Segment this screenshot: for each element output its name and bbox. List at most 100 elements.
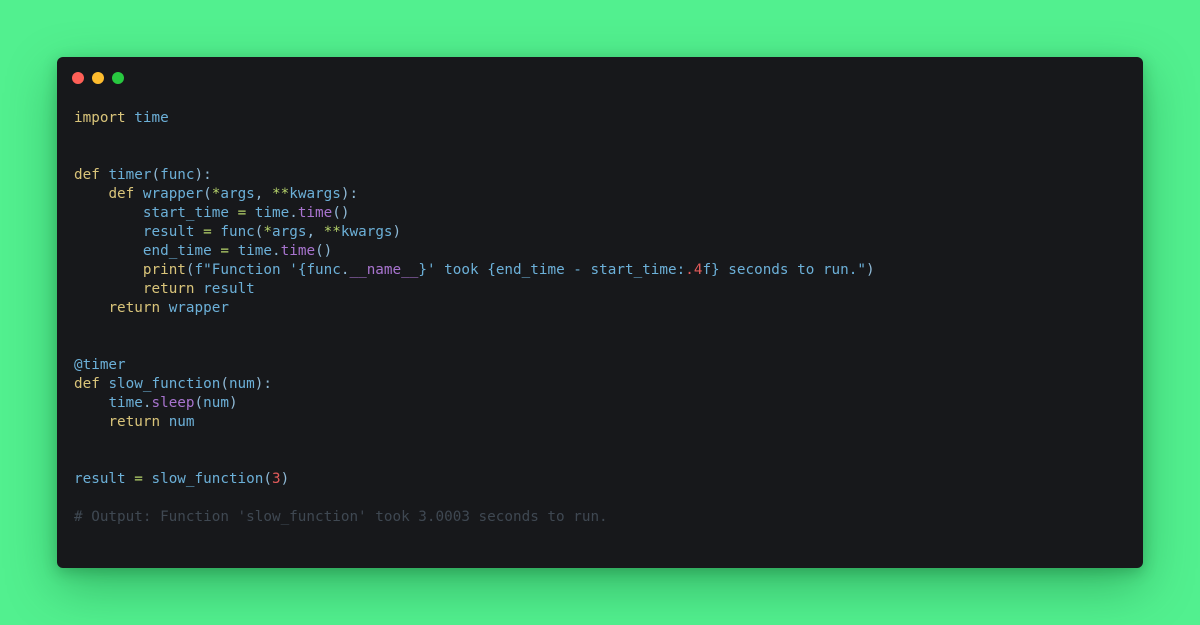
code-token: ( — [220, 376, 229, 392]
code-token: slow_function — [151, 471, 264, 487]
code-line: @timer — [74, 356, 875, 375]
code-token: def — [74, 167, 100, 183]
code-token: import — [74, 110, 126, 126]
code-token: time — [237, 243, 273, 259]
code-token: ) — [392, 224, 402, 240]
code-token: ** — [323, 224, 341, 240]
code-line: ​ — [74, 318, 875, 337]
code-token: args — [272, 224, 307, 240]
code-token: .4 — [685, 262, 703, 278]
code-token: ): — [254, 376, 272, 392]
code-token: result — [203, 281, 255, 297]
code-token: num — [228, 376, 255, 392]
code-line: print(f"Function '{func.__name__}' took … — [74, 261, 875, 280]
code-token: sleep — [151, 395, 195, 411]
code-token: time — [108, 395, 143, 411]
code-token: ** — [272, 186, 290, 202]
code-line: return result — [74, 280, 875, 299]
code-token: , — [306, 224, 324, 240]
code-line: def slow_function(num): — [74, 375, 875, 394]
code-token: f} seconds to run." — [702, 262, 866, 278]
code-line: def wrapper(*args, **kwargs): — [74, 185, 875, 204]
code-token: ( — [263, 471, 272, 487]
code-line: import time — [74, 109, 875, 128]
close-dot-icon[interactable] — [72, 72, 84, 84]
code-block: import time​​def timer(func): def wrappe… — [74, 109, 875, 527]
code-token: . — [272, 243, 281, 259]
code-line: ​ — [74, 147, 875, 166]
code-token: result — [74, 471, 126, 487]
code-line: end_time = time.time() — [74, 242, 875, 261]
code-token: ( — [194, 395, 204, 411]
code-line: time.sleep(num) — [74, 394, 875, 413]
code-line: return wrapper — [74, 299, 875, 318]
code-token: def — [74, 376, 100, 392]
code-token: 3 — [272, 471, 281, 487]
code-token: ) — [865, 262, 875, 278]
code-token: time — [297, 205, 333, 221]
code-token: ): — [340, 186, 359, 202]
code-token: () — [315, 243, 333, 259]
code-token: start_time — [590, 262, 677, 278]
code-token: time — [280, 243, 316, 259]
code-token: : — [676, 262, 686, 278]
code-token: @timer — [74, 357, 126, 373]
code-token: ( — [185, 262, 195, 278]
code-token: end_time — [495, 262, 565, 278]
code-token: = — [203, 224, 212, 240]
code-token: func — [160, 167, 195, 183]
code-line: result = func(*args, **kwargs) — [74, 223, 875, 242]
code-token: time — [134, 110, 169, 126]
maximize-dot-icon[interactable] — [112, 72, 124, 84]
code-comment: # Output: Function 'slow_function' took … — [74, 509, 608, 525]
code-token: timer — [108, 167, 152, 183]
code-token: ): — [194, 167, 212, 183]
code-line: return num — [74, 413, 875, 432]
code-token: wrapper — [168, 300, 229, 316]
code-token: = — [237, 205, 247, 221]
code-token: . — [289, 205, 298, 221]
code-line: result = slow_function(3) — [74, 470, 875, 489]
code-token: * — [263, 224, 273, 240]
code-token: num — [203, 395, 229, 411]
code-token: end_time — [142, 243, 212, 259]
code-token: kwargs — [340, 224, 393, 240]
code-token: ) — [280, 471, 290, 487]
code-token: ( — [151, 167, 161, 183]
code-token: start_time — [142, 205, 229, 221]
code-token: }' took { — [418, 262, 496, 278]
window-controls — [72, 72, 124, 84]
code-token: kwargs — [289, 186, 341, 202]
code-token: return — [108, 414, 161, 430]
code-token: () — [332, 205, 350, 221]
code-token: result — [142, 224, 195, 240]
minimize-dot-icon[interactable] — [92, 72, 104, 84]
code-token: slow_function — [108, 376, 221, 392]
code-line: ​ — [74, 337, 875, 356]
code-token: time — [254, 205, 290, 221]
code-token: __name__ — [349, 262, 419, 278]
code-window: import time​​def timer(func): def wrappe… — [57, 57, 1143, 568]
code-token: ( — [203, 186, 212, 202]
code-token: f"Function '{ — [194, 262, 307, 278]
code-line: ​ — [74, 128, 875, 147]
code-line: def timer(func): — [74, 166, 875, 185]
code-token: func — [220, 224, 255, 240]
code-line: # Output: Function 'slow_function' took … — [74, 508, 875, 527]
code-line: start_time = time.time() — [74, 204, 875, 223]
